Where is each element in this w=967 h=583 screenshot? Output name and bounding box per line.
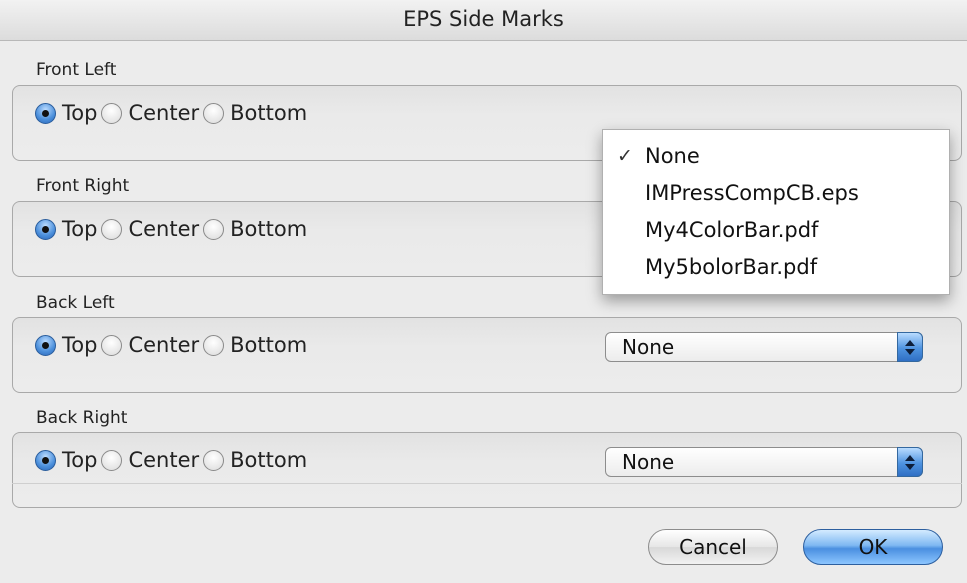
radio-button[interactable]	[101, 334, 123, 356]
menu-item-label: None	[645, 144, 700, 168]
radio-label: Center	[128, 217, 200, 241]
back-right-bottom-option[interactable]: Bottom	[203, 448, 307, 472]
dialog-content: Front Left Top Center Bottom Front Right…	[0, 41, 967, 583]
popup-value: None	[622, 335, 675, 359]
radio-button[interactable]	[101, 449, 123, 471]
menu-item-label: IMPressCompCB.eps	[645, 181, 859, 205]
menu-item-my5bolorbar[interactable]: My5bolorBar.pdf	[603, 249, 949, 286]
back-left-top-option[interactable]: Top	[35, 333, 97, 357]
front-right-radio-group: Top Center Bottom	[35, 214, 311, 244]
radio-button-selected[interactable]	[35, 102, 56, 124]
radio-button-selected[interactable]	[35, 334, 56, 356]
back-left-popup-button[interactable]: None	[605, 332, 923, 362]
window-title-bar: EPS Side Marks	[0, 0, 967, 41]
radio-button-selected[interactable]	[35, 449, 56, 471]
radio-button[interactable]	[101, 218, 123, 240]
radio-button[interactable]	[203, 334, 225, 356]
back-left-label: Back Left	[36, 293, 115, 313]
front-left-center-option[interactable]: Center	[101, 101, 199, 125]
radio-label: Bottom	[230, 217, 308, 241]
back-left-center-option[interactable]: Center	[101, 333, 199, 357]
menu-item-my4colorbar[interactable]: My4ColorBar.pdf	[603, 212, 949, 249]
radio-label: Top	[62, 333, 98, 357]
radio-button[interactable]	[203, 449, 225, 471]
radio-label: Top	[62, 448, 98, 472]
back-right-radio-group: Top Center Bottom	[35, 445, 311, 475]
radio-label: Bottom	[230, 448, 308, 472]
radio-label: Center	[128, 448, 200, 472]
radio-label: Top	[62, 101, 98, 125]
cancel-button[interactable]: Cancel	[648, 529, 778, 565]
front-left-bottom-option[interactable]: Bottom	[203, 101, 307, 125]
front-right-bottom-option[interactable]: Bottom	[203, 217, 307, 241]
divider	[12, 483, 962, 484]
menu-item-label: My5bolorBar.pdf	[645, 255, 818, 279]
menu-item-impresscompcb[interactable]: IMPressCompCB.eps	[603, 175, 949, 212]
popup-arrows-icon[interactable]	[897, 332, 923, 362]
popup-arrows-icon[interactable]	[897, 447, 923, 477]
radio-button[interactable]	[101, 102, 123, 124]
front-right-top-option[interactable]: Top	[35, 217, 97, 241]
radio-label: Center	[128, 333, 200, 357]
window-title: EPS Side Marks	[403, 7, 564, 31]
radio-label: Bottom	[230, 101, 308, 125]
menu-item-label: My4ColorBar.pdf	[645, 218, 819, 242]
radio-button[interactable]	[203, 102, 225, 124]
back-right-label: Back Right	[36, 408, 128, 428]
radio-label: Bottom	[230, 333, 308, 357]
radio-label: Center	[128, 101, 200, 125]
front-left-label: Front Left	[36, 60, 117, 80]
radio-button-selected[interactable]	[35, 218, 56, 240]
radio-label: Top	[62, 217, 98, 241]
back-left-bottom-option[interactable]: Bottom	[203, 333, 307, 357]
back-right-center-option[interactable]: Center	[101, 448, 199, 472]
back-right-top-option[interactable]: Top	[35, 448, 97, 472]
ok-button[interactable]: OK	[803, 529, 943, 565]
checkmark-icon: ✓	[617, 145, 633, 167]
back-right-popup-button[interactable]: None	[605, 447, 923, 477]
back-right-group: Top Center Bottom None	[12, 432, 962, 508]
menu-item-none[interactable]: ✓ None	[603, 138, 949, 175]
back-left-radio-group: Top Center Bottom	[35, 330, 311, 360]
front-left-radio-group: Top Center Bottom	[35, 98, 311, 128]
front-right-label: Front Right	[36, 176, 130, 196]
radio-button[interactable]	[203, 218, 225, 240]
popup-menu: ✓ None IMPressCompCB.eps My4ColorBar.pdf…	[602, 129, 950, 295]
front-right-center-option[interactable]: Center	[101, 217, 199, 241]
popup-value: None	[622, 450, 675, 474]
back-left-group: Top Center Bottom None	[12, 317, 962, 393]
front-left-top-option[interactable]: Top	[35, 101, 97, 125]
